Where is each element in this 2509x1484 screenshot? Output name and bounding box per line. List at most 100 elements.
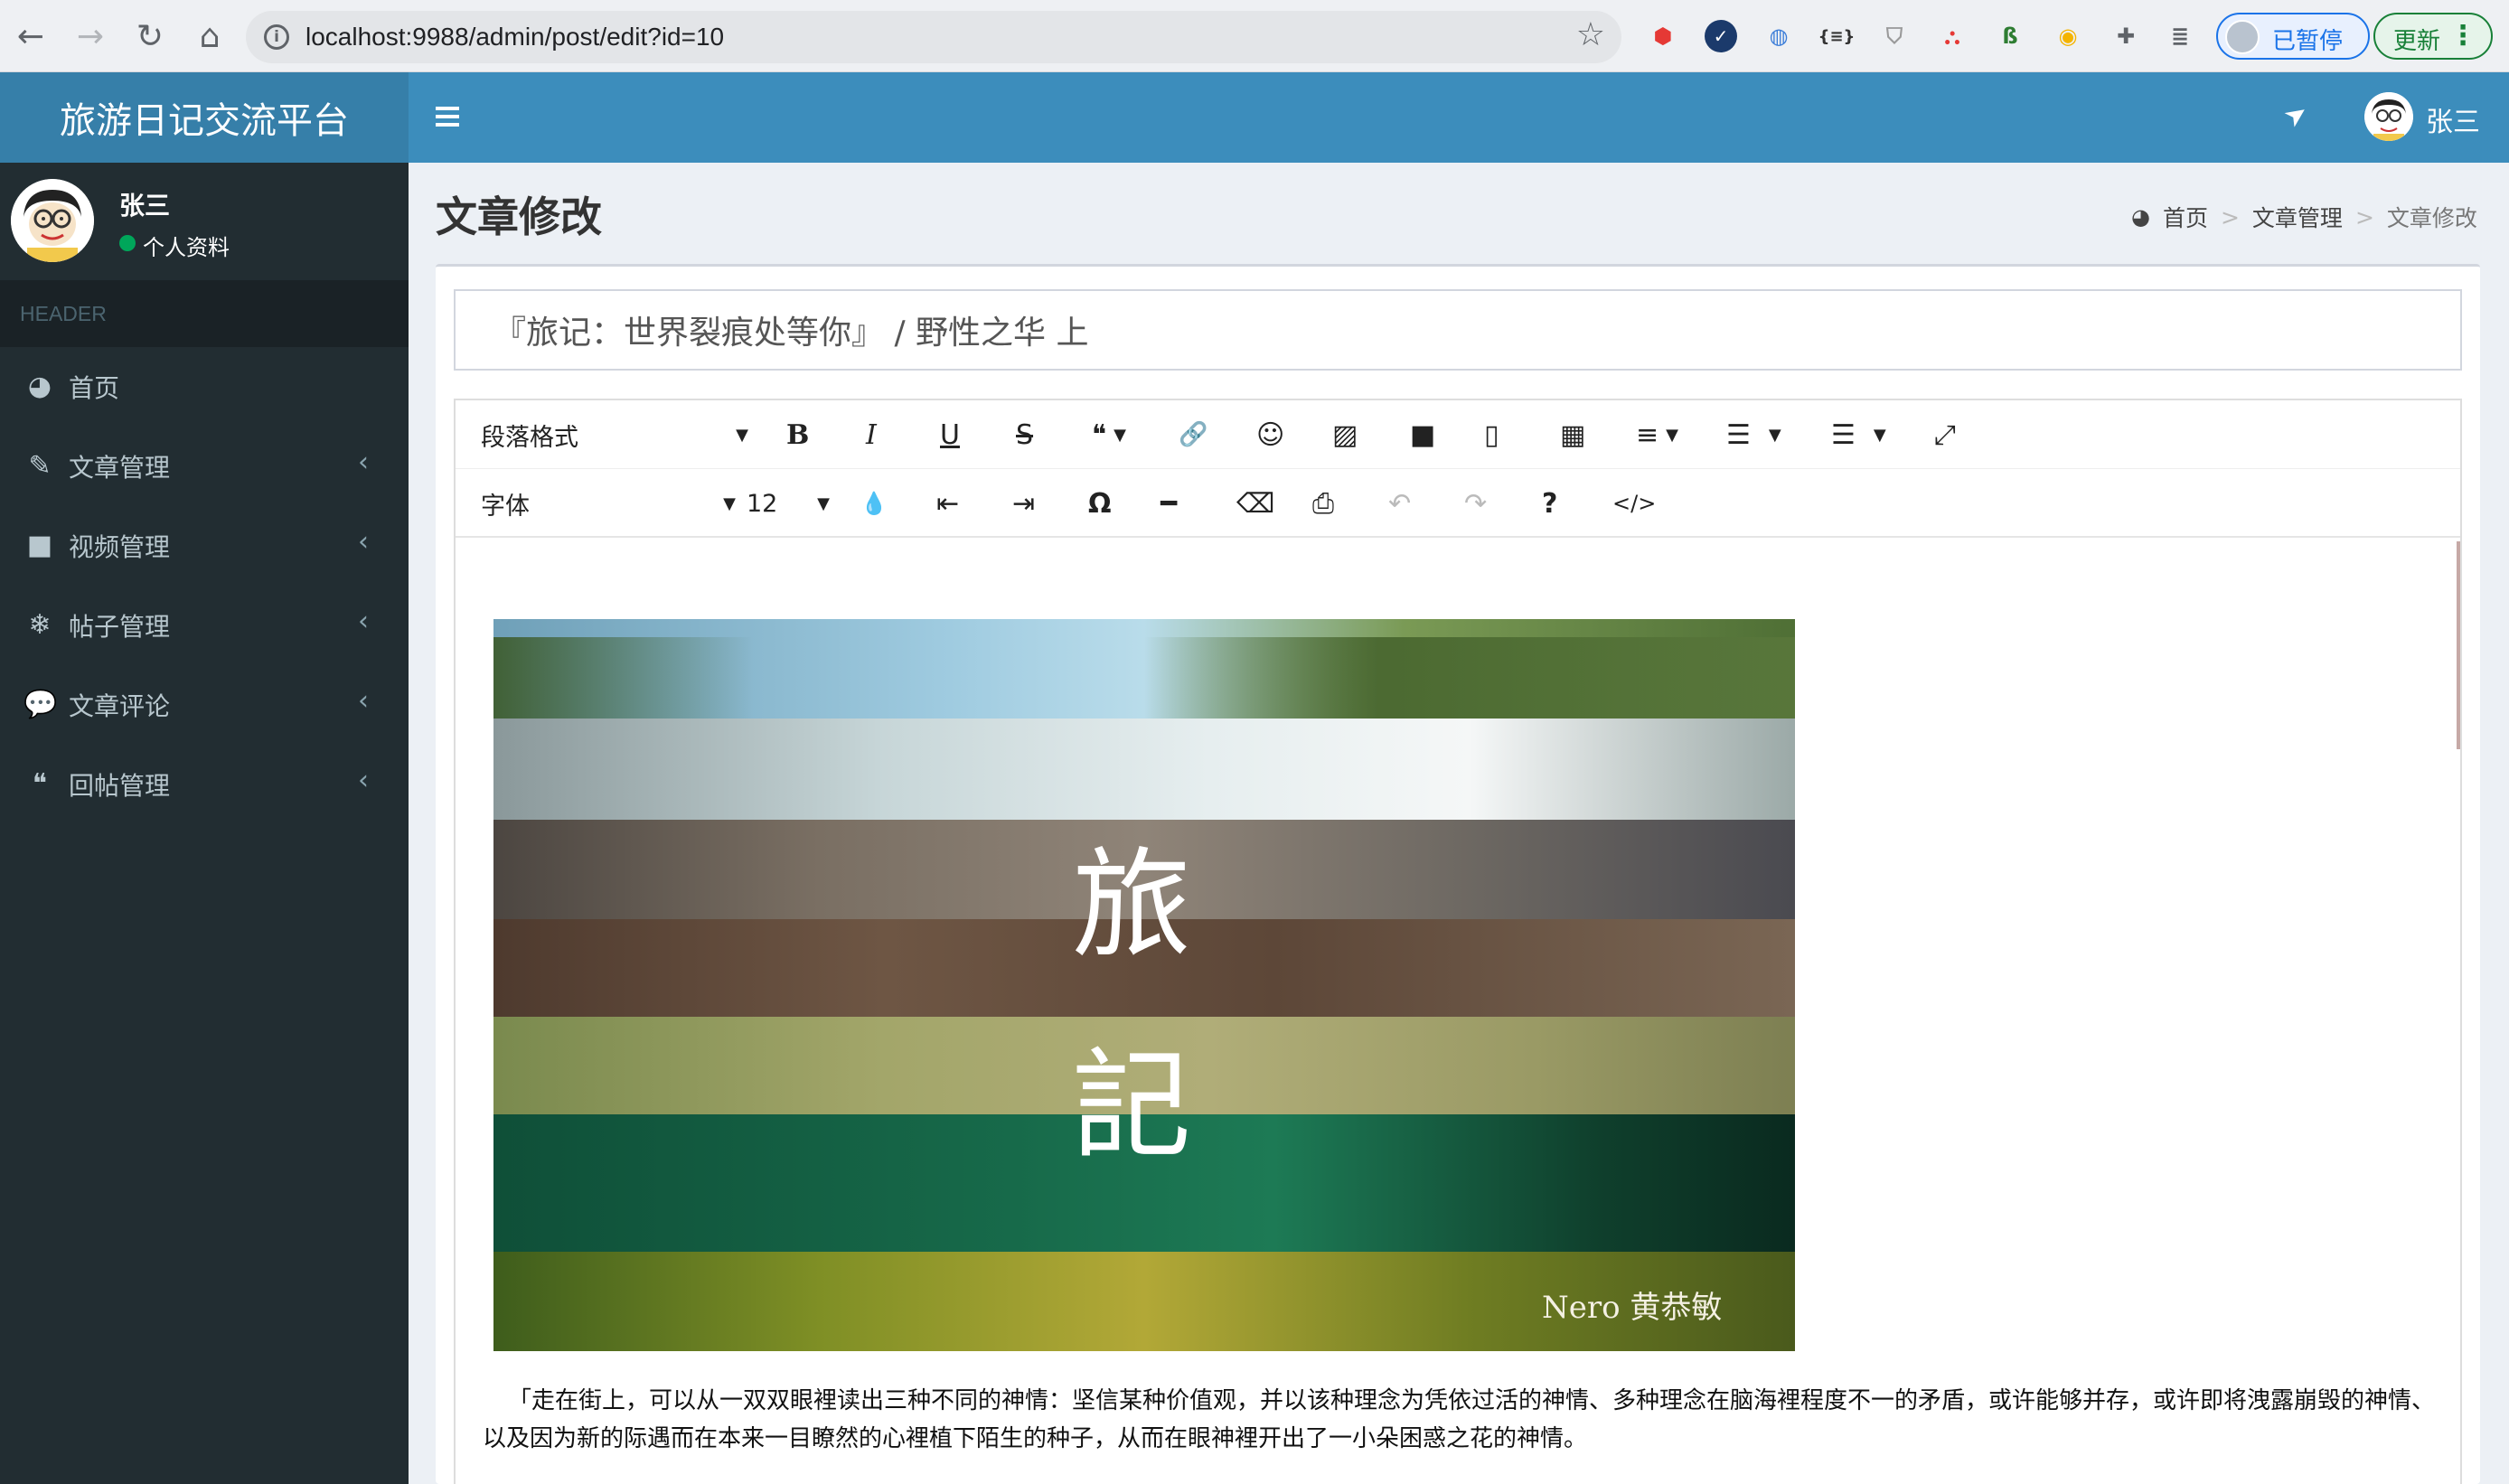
sidebar-avatar	[11, 179, 94, 262]
bookmark-star-icon[interactable]: ☆	[1576, 16, 1605, 53]
paragraph-format-select[interactable]: 段落格式 ▼	[481, 417, 748, 453]
chrome-extension-icon[interactable]: ◉	[2052, 20, 2084, 52]
italic-icon[interactable]: I	[866, 417, 877, 453]
horizontal-rule-icon[interactable]: ━	[1161, 485, 1177, 521]
editor-toolbar: 段落格式 ▼ B I U S ❝ ▼ 🔗 ☺ ▨ ■ ▯ ▦ ≡ ▼ ☰ ▼ ☰ ▼ ⤢	[456, 400, 2460, 538]
breadcrumb-separator: >	[2220, 203, 2240, 230]
adblock-extension-icon[interactable]: ⬢	[1647, 20, 1679, 52]
emoticon-icon[interactable]: ☺	[1256, 417, 1284, 453]
kebab-menu-icon[interactable]: ⋮	[2449, 20, 2476, 52]
update-button[interactable]: 更新 ⋮	[2373, 13, 2493, 60]
puzzle-extension-icon[interactable]: ✚	[2110, 20, 2142, 52]
redo-icon[interactable]: ↷	[1464, 485, 1487, 521]
image-icon[interactable]: ▨	[1332, 417, 1358, 453]
article-paragraph[interactable]: 「走在街上，可以从一双双眼裡读出三种不同的神情：坚信某种价值观，并以该种理念为凭…	[483, 1382, 2435, 1458]
quote-left-icon: ❝	[32, 768, 48, 800]
sidebar: 张三 个人资料 HEADER ◕ 首页 ✎ 文章管理 ‹ ■ 视频管理 ‹ ❄ …	[0, 163, 409, 1484]
translate-extension-icon[interactable]: ◍	[1762, 20, 1795, 52]
special-char-icon[interactable]: Ω	[1088, 485, 1112, 521]
font-color-icon[interactable]: 💧	[860, 485, 888, 521]
media-playlist-icon[interactable]: ≣	[2164, 20, 2196, 52]
home-icon[interactable]: ⌂	[186, 13, 233, 60]
forward-icon[interactable]: →	[67, 13, 114, 60]
font-size-select[interactable]: 12 ▼	[747, 485, 830, 521]
url-text[interactable]: localhost:9988/admin/post/edit?id=10	[305, 23, 724, 52]
underline-icon[interactable]: U	[940, 417, 960, 453]
outdent-icon[interactable]: ⇤	[936, 485, 959, 521]
sidebar-item-home[interactable]: ◕ 首页	[0, 347, 409, 427]
video-icon[interactable]: ■	[1410, 417, 1435, 453]
green-extension-icon[interactable]: ß	[1994, 20, 2026, 52]
json-extension-icon[interactable]: {≡}	[1818, 20, 1856, 52]
sitemap-extension-icon[interactable]: ⛬	[1936, 20, 1969, 52]
online-status-icon	[119, 235, 136, 251]
rich-text-editor: 段落格式 ▼ B I U S ❝ ▼ 🔗 ☺ ▨ ■ ▯ ▦ ≡ ▼ ☰ ▼ ☰ ▼ ⤢	[454, 399, 2462, 1484]
strikethrough-icon[interactable]: S	[1016, 417, 1033, 453]
sidebar-item-replies[interactable]: ❝ 回帖管理 ‹	[0, 745, 409, 824]
quote-icon[interactable]: ❝ ▼	[1092, 417, 1126, 453]
sidebar-item-comments[interactable]: 💬 文章评论 ‹	[0, 665, 409, 745]
shield-extension-icon[interactable]: ⛉	[1878, 20, 1911, 52]
breadcrumb-dashboard-icon: ◕	[2131, 204, 2150, 230]
profile-link[interactable]: 个人资料	[143, 230, 230, 261]
breadcrumb-current: 文章修改	[2386, 205, 2477, 231]
video-camera-icon: ■	[26, 530, 53, 561]
location-arrow-icon[interactable]: ➤	[2278, 96, 2315, 135]
clear-format-icon[interactable]: ⌫	[1236, 485, 1274, 521]
help-icon[interactable]: ?	[1542, 485, 1557, 521]
file-icon[interactable]: ▯	[1484, 417, 1499, 453]
editor-content[interactable]: 旅 記 Nero 黄恭敏 「走在街上，可以从一双双眼裡读出三种不同的神情：坚信某…	[456, 538, 2460, 1484]
hero-title-char-2: 記	[1072, 1037, 1191, 1176]
print-icon[interactable]: ⎙	[1312, 485, 1334, 521]
user-avatar[interactable]	[2364, 92, 2413, 141]
ordered-list-icon[interactable]: ☰ ▼	[1726, 417, 1781, 453]
browser-toolbar: ← → ↻ ⌂ i localhost:9988/admin/post/edit…	[0, 0, 2509, 72]
site-info-icon[interactable]: i	[264, 24, 289, 50]
profile-status-label: 已暂停	[2272, 28, 2344, 55]
hero-title-char-1: 旅	[1072, 836, 1191, 975]
sidebar-item-label: 文章评论	[69, 691, 171, 721]
sidebar-item-label: 回帖管理	[69, 771, 171, 801]
sidebar-item-label: 文章管理	[69, 453, 171, 483]
font-family-select[interactable]: 字体 ▼	[481, 485, 736, 521]
sidebar-item-articles[interactable]: ✎ 文章管理 ‹	[0, 427, 409, 506]
top-navbar: ➤ 张三	[409, 72, 2509, 163]
article-hero-image[interactable]: 旅 記 Nero 黄恭敏	[493, 619, 1795, 1351]
profile-button[interactable]: 已暂停	[2216, 13, 2370, 60]
breadcrumb-home-link[interactable]: 首页	[2163, 201, 2208, 233]
chevron-left-icon: ‹	[358, 765, 369, 796]
paint-brush-icon: ✎	[28, 450, 52, 482]
breadcrumb-separator: >	[2354, 203, 2374, 230]
check-extension-icon[interactable]: ✓	[1705, 20, 1737, 52]
table-icon[interactable]: ▦	[1560, 417, 1585, 453]
sidebar-toggle-icon[interactable]	[436, 107, 459, 127]
editor-scrollbar[interactable]	[2457, 541, 2460, 749]
chevron-left-icon: ‹	[358, 526, 369, 558]
comments-icon: 💬	[23, 689, 58, 720]
sidebar-item-label: 首页	[69, 373, 120, 403]
toolbar-row-1: 段落格式 ▼ B I U S ❝ ▼ 🔗 ☺ ▨ ■ ▯ ▦ ≡ ▼ ☰ ▼ ☰ ▼ ⤢	[456, 400, 2460, 469]
app-logo[interactable]: 旅游日记交流平台	[0, 72, 409, 163]
fullscreen-icon[interactable]: ⤢	[1934, 417, 1956, 453]
reload-icon[interactable]: ↻	[127, 13, 174, 60]
edit-form-box: 段落格式▼ B I U S ❝▼ 🔗 ☺ ▨ ■ ▯ ▦ ≡▼ ☰▼ ☰▼ ⤢	[436, 264, 2480, 1484]
user-panel: 张三 个人资料	[0, 163, 409, 280]
breadcrumb-articles-link[interactable]: 文章管理	[2252, 201, 2343, 233]
link-icon[interactable]: 🔗	[1179, 417, 1208, 453]
unordered-list-icon[interactable]: ☰ ▼	[1831, 417, 1886, 453]
article-title-input[interactable]	[454, 289, 2462, 371]
sidebar-item-posts[interactable]: ❄ 帖子管理 ‹	[0, 586, 409, 665]
align-icon[interactable]: ≡ ▼	[1636, 417, 1678, 453]
undo-icon[interactable]: ↶	[1388, 485, 1411, 521]
chevron-left-icon: ‹	[358, 606, 369, 637]
code-view-icon[interactable]: </>	[1612, 485, 1656, 521]
bold-icon[interactable]: B	[786, 417, 809, 453]
sidebar-item-videos[interactable]: ■ 视频管理 ‹	[0, 506, 409, 586]
breadcrumb: ◕ 首页 > 文章管理 > 文章修改	[2131, 201, 2477, 233]
user-name[interactable]: 张三	[2426, 99, 2480, 139]
indent-icon[interactable]: ⇥	[1012, 485, 1035, 521]
page-title: 文章修改	[436, 193, 602, 241]
back-icon[interactable]: ←	[7, 13, 54, 60]
address-bar[interactable]: i localhost:9988/admin/post/edit?id=10 ☆	[246, 11, 1621, 63]
sidebar-item-label: 帖子管理	[69, 612, 171, 642]
